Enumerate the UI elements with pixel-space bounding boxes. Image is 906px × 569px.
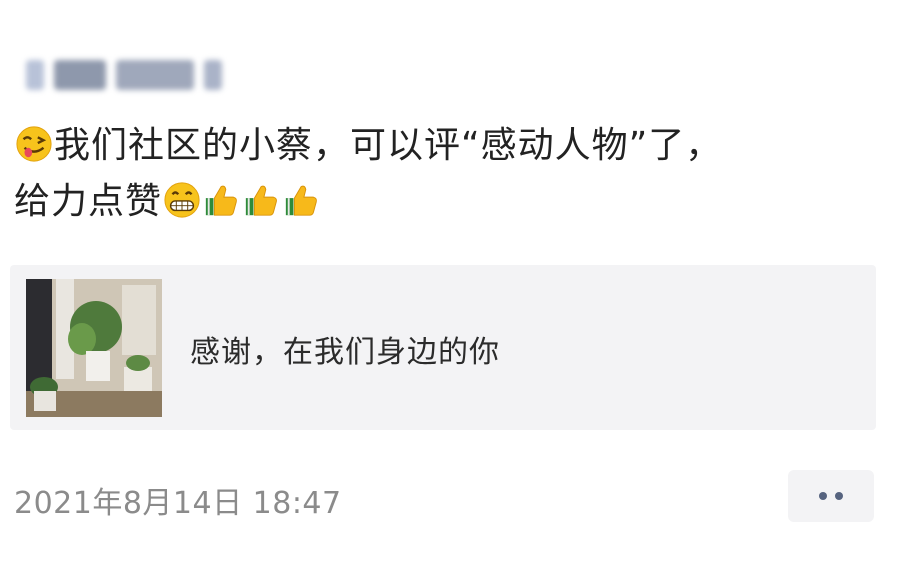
post-line-1: 我们社区的小蔡，可以评“感动人物”了， bbox=[14, 118, 894, 174]
more-dot-icon bbox=[819, 492, 827, 500]
moments-post: 我们社区的小蔡，可以评“感动人物”了， 给力点赞 感谢，在我们身边的你 2021… bbox=[0, 0, 906, 569]
post-text-line-1: 我们社区的小蔡，可以评“感动人物”了， bbox=[54, 125, 723, 166]
winking-tongue-emoji bbox=[16, 126, 52, 162]
article-thumbnail-image bbox=[26, 279, 162, 417]
thumbs-up-emoji bbox=[285, 185, 317, 216]
article-thumbnail bbox=[26, 279, 162, 417]
redacted-username[interactable] bbox=[26, 58, 222, 92]
more-options-button[interactable] bbox=[788, 470, 874, 522]
shared-article-card[interactable]: 感谢，在我们身边的你 bbox=[10, 265, 876, 430]
post-line-2: 给力点赞 bbox=[14, 174, 894, 230]
blurred-name-segment bbox=[204, 60, 222, 90]
blurred-name-segment bbox=[26, 60, 44, 90]
thumbs-up-emoji bbox=[245, 185, 277, 216]
post-text-line-2: 给力点赞 bbox=[14, 181, 163, 222]
post-body: 我们社区的小蔡，可以评“感动人物”了， 给力点赞 bbox=[14, 118, 894, 230]
blurred-name-segment bbox=[54, 60, 106, 90]
grinning-emoji bbox=[164, 182, 200, 218]
more-dot-icon bbox=[835, 492, 843, 500]
blurred-name-segment bbox=[116, 60, 194, 90]
thumbs-up-emoji bbox=[205, 185, 237, 216]
article-title: 感谢，在我们身边的你 bbox=[190, 335, 500, 370]
post-timestamp: 2021年8月14日 18:47 bbox=[14, 486, 342, 521]
